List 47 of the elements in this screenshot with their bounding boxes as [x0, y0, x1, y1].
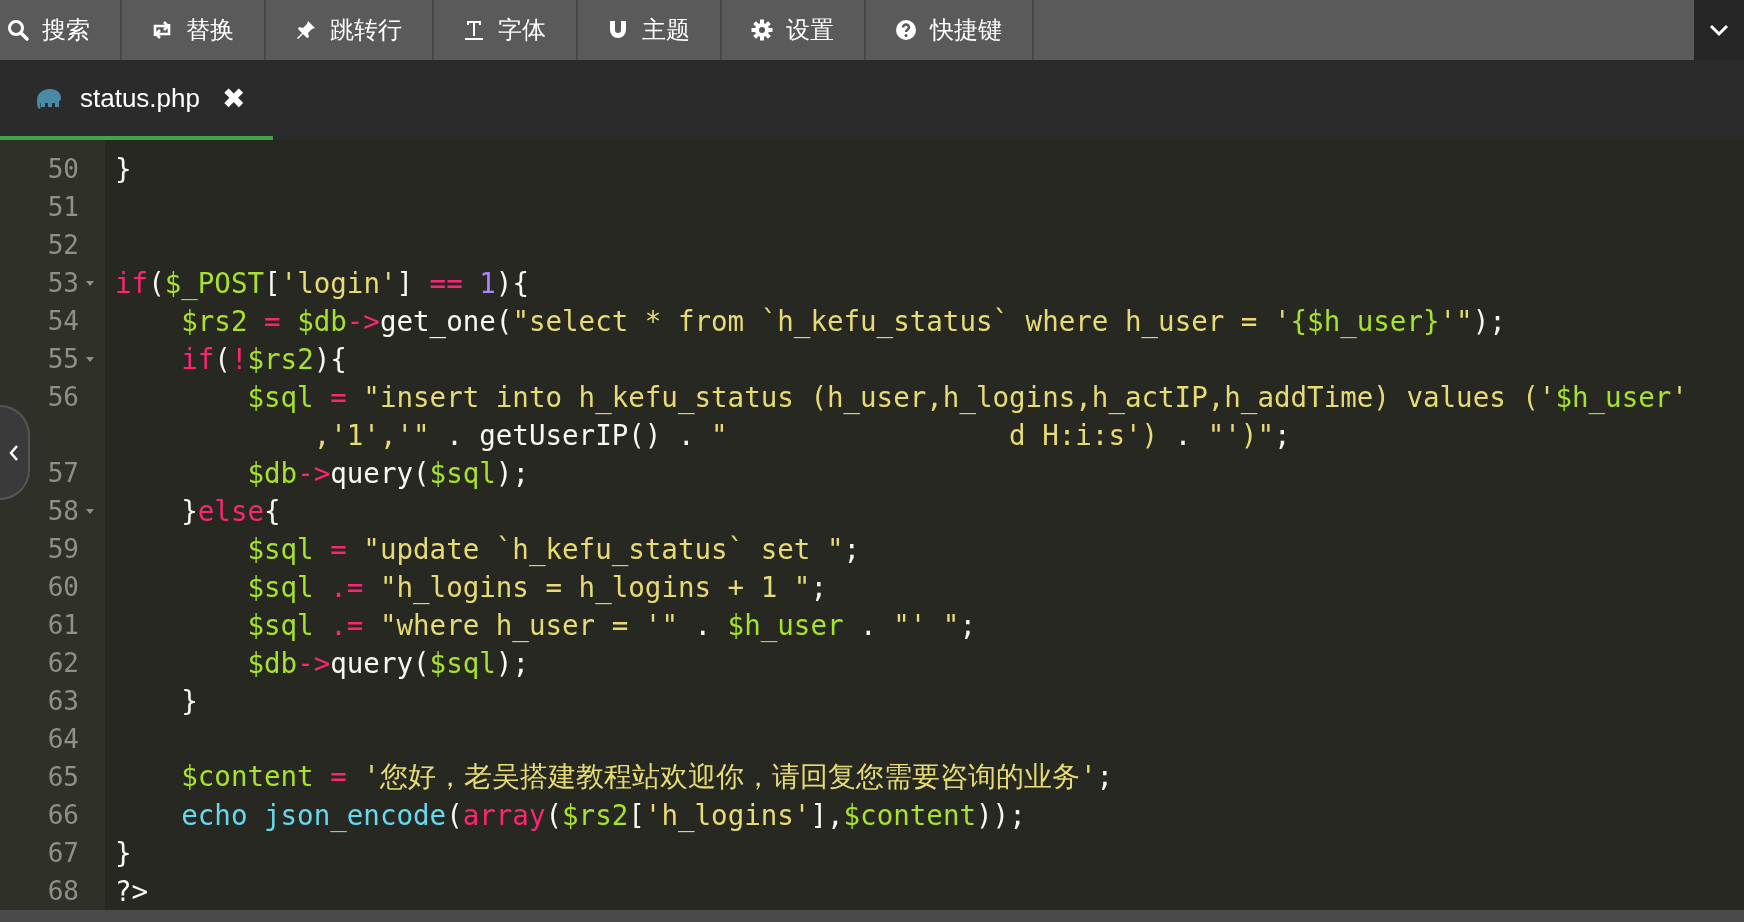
- help-icon: [894, 18, 918, 42]
- code-line: $sql .= "h_logins = h_logins + 1 ";: [246, 571, 827, 603]
- code-line: }: [115, 837, 132, 869]
- fold-arrow-icon[interactable]: [85, 278, 95, 288]
- code-line: $db->query($sql);: [246, 457, 529, 489]
- line-number: 68: [47, 876, 79, 906]
- line-number: 57: [47, 458, 79, 488]
- line-number: 51: [47, 192, 79, 222]
- line-number: 61: [47, 610, 79, 640]
- code-line: ?>: [115, 875, 149, 907]
- line-number: 63: [47, 686, 79, 716]
- line-number: 62: [47, 648, 79, 678]
- line-number: 66: [47, 800, 79, 830]
- elephant-icon: [34, 86, 64, 110]
- code-line: if($_POST['login'] == 1){: [115, 267, 529, 299]
- code-line: $sql = "insert into h_kefu_status (h_user,h_logins,h_actIP,h_addTime) values ('$h_user': [246, 381, 1688, 413]
- search-icon: [6, 18, 30, 42]
- line-number: 54: [47, 306, 79, 336]
- code-line: $rs2 = $db->get_one("select * from `h_kefu_status` where h_user = '{$h_user}'");: [180, 305, 1506, 337]
- fold-arrow-icon[interactable]: [85, 354, 95, 364]
- code-line: }: [115, 153, 132, 185]
- code-line: $db->query($sql);: [246, 647, 529, 679]
- line-number: 55: [47, 344, 79, 374]
- collapse-toolbar-button[interactable]: [1694, 0, 1744, 60]
- line-number: 56: [47, 382, 79, 412]
- code-line: }else{: [180, 495, 281, 527]
- line-number: 53: [47, 268, 79, 298]
- line-number: 59: [47, 534, 79, 564]
- line-number: 60: [47, 572, 79, 602]
- code-line: if(!$rs2){: [180, 343, 347, 375]
- close-tab-button[interactable]: ✖: [222, 81, 246, 115]
- code-line: echo json_encode(array($rs2['h_logins'],$content));: [180, 799, 1026, 831]
- code-line: ,'1','" . getUserIP() . " d H:i:s') . "')";: [312, 419, 1291, 451]
- settings-icon: [750, 18, 774, 42]
- line-number: 64: [47, 724, 79, 754]
- horizontal-scrollbar[interactable]: [0, 910, 1744, 922]
- fold-arrow-icon[interactable]: [85, 506, 95, 516]
- font-icon: [462, 18, 486, 42]
- line-number: 67: [47, 838, 79, 868]
- code-line: $sql .= "where h_user = '" . $h_user . "' ";: [246, 609, 976, 641]
- code-line: }: [180, 685, 198, 717]
- line-number: 58: [47, 496, 79, 526]
- code-line: $sql = "update `h_kefu_status` set ";: [246, 533, 861, 565]
- code-line: $content = '您好，老吴搭建教程站欢迎你，请回复您需要咨询的业务';: [180, 760, 1114, 792]
- line-number: 52: [47, 230, 79, 260]
- line-number: 65: [47, 762, 79, 792]
- line-number: 50: [47, 154, 79, 184]
